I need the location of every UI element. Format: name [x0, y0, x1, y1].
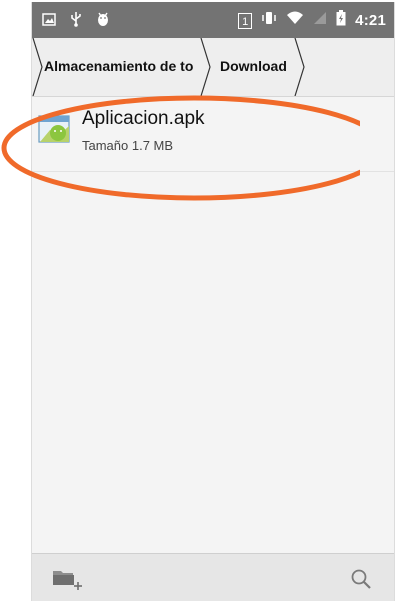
- android-debug-icon: [96, 11, 110, 32]
- usb-icon: [70, 11, 82, 32]
- no-signal-icon: [313, 11, 327, 30]
- image-icon: [42, 12, 56, 31]
- breadcrumb-item-download[interactable]: Download: [220, 58, 287, 74]
- sim-slot-icon: 1: [238, 12, 253, 29]
- new-folder-icon[interactable]: [52, 567, 82, 596]
- battery-charging-icon: [336, 10, 346, 31]
- search-icon[interactable]: [350, 568, 372, 595]
- breadcrumb: Almacenamiento de to Download: [32, 38, 394, 97]
- vibrate-icon: [261, 11, 277, 30]
- breadcrumb-item-storage[interactable]: Almacenamiento de to: [44, 58, 202, 74]
- clock: 4:21: [355, 12, 386, 29]
- wifi-icon: [286, 11, 304, 30]
- highlight-ellipse: [1, 95, 360, 201]
- bottom-toolbar: [32, 553, 394, 601]
- file-manager-screen: 1 4:21 Almacenamiento de to Download Apl…: [31, 2, 395, 601]
- status-bar: 1 4:21: [32, 2, 394, 38]
